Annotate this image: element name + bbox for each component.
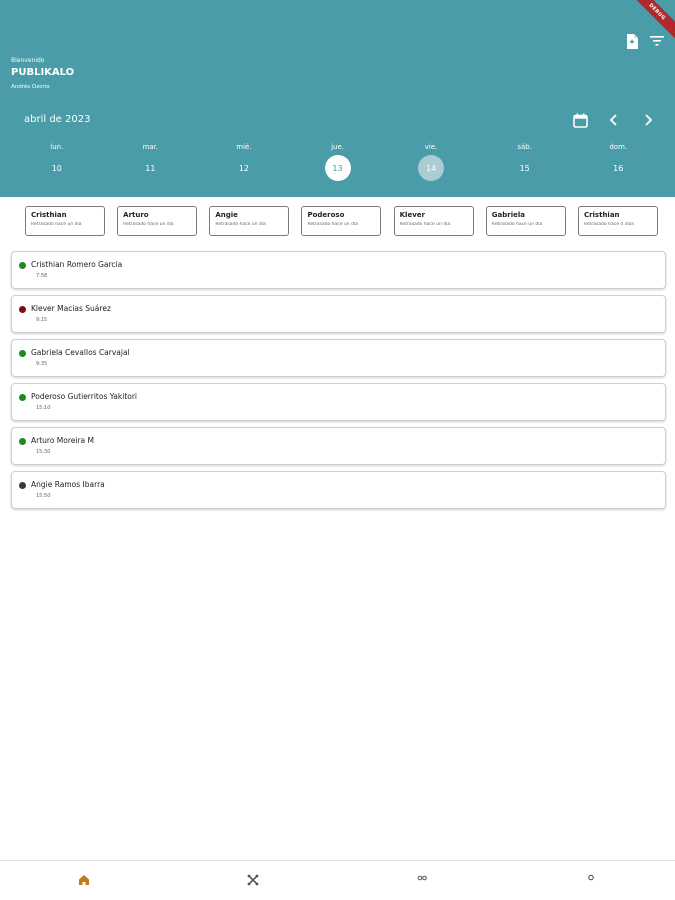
- home-icon: [78, 871, 90, 890]
- tools-icon: [247, 871, 259, 890]
- day-name: mar.: [142, 143, 159, 151]
- user-name: Andrés Ozorio: [11, 84, 50, 90]
- app-header: DEBUG Bienvenido PUBLIKALO Andrés Ozorio…: [0, 0, 675, 197]
- appointment-card[interactable]: Poderoso Gutierritos Yakitori 15:10: [11, 383, 666, 421]
- overdue-chip[interactable]: Poderoso Retrasado hace un día: [301, 206, 382, 236]
- chip-name: Cristhian: [31, 211, 67, 219]
- appointment-time: 15:10: [36, 405, 51, 411]
- chip-status: Retrasado hace un día: [307, 222, 358, 227]
- day-number[interactable]: 11: [137, 155, 163, 181]
- group-icon: [416, 871, 428, 890]
- appointment-card[interactable]: Klever Macias Suárez 9:15: [11, 295, 666, 333]
- overdue-chip[interactable]: Angie Retrasado hace un día: [209, 206, 290, 236]
- overdue-chip[interactable]: Cristhian Retrasado hace un día: [25, 206, 105, 236]
- status-dot: [19, 306, 26, 313]
- appointment-time: 9:35: [36, 361, 48, 367]
- appointment-time: 15:50: [36, 493, 51, 499]
- chip-status: Retrasado hace un día: [215, 222, 266, 227]
- day-name: lun.: [50, 143, 64, 151]
- client-name: Arturo Moreira M: [31, 436, 95, 445]
- appointment-card[interactable]: Cristhian Romero Garcia 7:58: [11, 251, 666, 289]
- client-name: Angie Ramos Ibarra: [31, 480, 105, 489]
- overdue-chip[interactable]: Cristhian Retrasado hace 4 días: [577, 206, 658, 236]
- day-number[interactable]: 16: [605, 155, 631, 181]
- status-dot: [19, 482, 26, 489]
- person-icon: [585, 871, 597, 890]
- chip-name: Poderoso: [307, 211, 345, 219]
- day-name: sáb.: [517, 143, 532, 151]
- status-dot: [19, 438, 26, 445]
- appointment-time: 7:58: [36, 273, 48, 279]
- appointment-card[interactable]: Angie Ramos Ibarra 15:50: [11, 471, 666, 509]
- appointment-time: 9:15: [36, 317, 48, 323]
- chip-status: Retrasado hace un día: [31, 222, 82, 227]
- pdf-file-icon[interactable]: [624, 33, 640, 49]
- client-name: Klever Macias Suárez: [31, 304, 111, 313]
- appointment-list: Cristhian Romero Garcia 7:58 Klever Macias…: [11, 251, 666, 515]
- overdue-chip[interactable]: Arturo Retrasado hace un día: [117, 206, 198, 236]
- chip-name: Arturo: [123, 211, 149, 219]
- overdue-chip[interactable]: Klever Retrasado hace un día: [393, 206, 474, 236]
- day-13[interactable]: jue. 13: [291, 141, 385, 181]
- day-15[interactable]: sáb. 15: [478, 141, 572, 181]
- chip-name: Klever: [399, 211, 425, 219]
- nav-group[interactable]: [338, 861, 507, 900]
- status-dot: [19, 350, 26, 357]
- day-number[interactable]: 15: [512, 155, 538, 181]
- chip-name: Gabriela: [491, 211, 525, 219]
- chip-status: Retrasado hace un día: [123, 222, 174, 227]
- nav-person[interactable]: [506, 861, 675, 900]
- day-number[interactable]: 14: [418, 155, 445, 181]
- overdue-chips: Cristhian Retrasado hace un día Arturo Retr…: [25, 206, 658, 236]
- bottom-nav: [0, 860, 675, 900]
- client-name: Cristhian Romero Garcia: [31, 260, 123, 269]
- status-dot: [19, 262, 26, 269]
- client-name: Poderoso Gutierritos Yakitori: [31, 392, 138, 401]
- filter-icon[interactable]: [649, 33, 665, 49]
- day-name: mié.: [236, 143, 252, 151]
- day-11[interactable]: mar. 11: [104, 141, 198, 181]
- day-16[interactable]: dom. 16: [571, 141, 665, 181]
- day-14[interactable]: vie. 14: [384, 141, 478, 181]
- overdue-chip[interactable]: Gabriela Retrasado hace un día: [485, 206, 566, 236]
- nav-home[interactable]: [0, 861, 169, 900]
- chevron-left-icon[interactable]: [605, 111, 623, 129]
- status-dot: [19, 394, 26, 401]
- day-name: vie.: [424, 143, 438, 151]
- app-title: PUBLIKALO: [11, 67, 75, 78]
- chip-status: Retrasado hace 4 días: [583, 222, 634, 227]
- chip-name: Cristhian: [583, 211, 620, 219]
- appointment-time: 15:30: [36, 449, 51, 455]
- day-name: dom.: [609, 143, 628, 151]
- nav-tools[interactable]: [169, 861, 338, 900]
- appointment-card[interactable]: Arturo Moreira M 15:30: [11, 427, 666, 465]
- client-name: Gabriela Cevallos Carvajal: [31, 348, 130, 357]
- day-12[interactable]: mié. 12: [197, 141, 291, 181]
- chip-name: Angie: [215, 211, 238, 219]
- appointment-card[interactable]: Gabriela Cevallos Carvajal 9:35: [11, 339, 666, 377]
- calendar-icon[interactable]: [571, 111, 589, 129]
- day-name: jue.: [331, 143, 344, 151]
- day-number[interactable]: 12: [231, 155, 257, 181]
- chip-status: Retrasado hace un día: [491, 222, 543, 227]
- week-strip: lun. 10 mar. 11 mié. 12 jue. 13 vie. 14 sáb. 15 dom.…: [10, 141, 665, 181]
- day-number[interactable]: 10: [44, 155, 70, 181]
- day-number[interactable]: 13: [324, 155, 351, 181]
- day-10[interactable]: lun. 10: [10, 141, 104, 181]
- welcome-label: Bienvenido: [11, 57, 45, 64]
- month-label: abril de 2023: [24, 114, 91, 125]
- chevron-right-icon[interactable]: [639, 111, 657, 129]
- chip-status: Retrasado hace un día: [399, 222, 451, 227]
